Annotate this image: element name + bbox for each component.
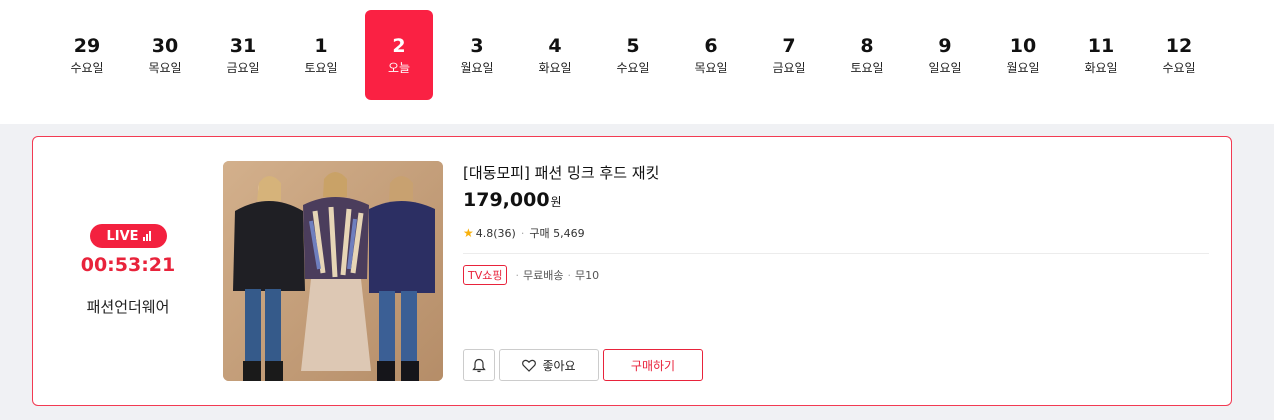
date-tab-today[interactable]: 2 오늘 [365,10,433,100]
buy-label: 구매하기 [630,358,676,373]
date-weekday: 수요일 [616,60,650,75]
date-weekday: 화요일 [538,60,572,75]
date-number: 31 [229,34,257,57]
broadcast-category: 패션언더웨어 [86,298,170,316]
date-weekday: 화요일 [1084,60,1118,75]
date-weekday: 목요일 [148,60,182,75]
action-buttons: 좋아요 구매하기 [463,349,703,381]
signal-icon [142,231,151,241]
like-label: 좋아요 [542,358,576,373]
date-tab[interactable]: 7 금요일 [750,10,828,100]
product-info: [대동모피] 패션 밍크 후드 재킷 179,000원 ★ 4.8(36) · … [463,137,1209,405]
date-number: 10 [1009,34,1037,57]
date-tab[interactable]: 12 수요일 [1140,10,1218,100]
date-number: 8 [860,34,874,57]
product-tags: TV쇼핑 · 무료배송 · 무10 [463,265,599,285]
date-number: 2 [392,34,406,57]
date-tab[interactable]: 29 수요일 [48,10,126,100]
live-badge-label: LIVE [106,228,139,244]
date-tab[interactable]: 10 월요일 [984,10,1062,100]
date-weekday: 월요일 [460,60,494,75]
date-tab[interactable]: 4 화요일 [516,10,594,100]
separator-dot: · [520,226,525,240]
live-badge: LIVE [90,224,167,248]
date-number: 4 [548,34,562,57]
date-tab[interactable]: 31 금요일 [204,10,282,100]
date-tab[interactable]: 30 목요일 [126,10,204,100]
date-tab[interactable]: 11 화요일 [1062,10,1140,100]
buy-button[interactable]: 구매하기 [603,349,703,381]
live-broadcast-card[interactable]: LIVE 00:53:21 패션언더웨어 [대동모피] 패션 밍크 후드 재킷 … [32,136,1232,406]
date-tab[interactable]: 5 수요일 [594,10,672,100]
date-number: 12 [1165,34,1193,57]
product-rating: 4.8(36) [475,226,516,240]
star-icon: ★ [463,226,474,240]
date-weekday: 월요일 [1006,60,1040,75]
tv-shopping-tag: TV쇼핑 [463,265,508,285]
date-tab[interactable]: 8 토요일 [828,10,906,100]
heart-icon [522,359,537,372]
live-timer: 00:53:21 [80,254,176,276]
separator-dot: · [567,268,571,282]
date-weekday: 오늘 [387,60,411,75]
live-status-column: LIVE 00:53:21 패션언더웨어 [33,137,223,405]
installment-info: 무10 [574,269,600,282]
bell-icon [472,358,486,372]
date-weekday: 목요일 [694,60,728,75]
date-weekday: 금요일 [772,60,806,75]
date-tab[interactable]: 3 월요일 [438,10,516,100]
date-weekday: 수요일 [70,60,104,75]
product-meta: ★ 4.8(36) · 구매 5,469 [463,225,585,241]
date-number: 5 [626,34,640,57]
date-weekday: 토요일 [850,60,884,75]
date-list: 29 수요일 30 목요일 31 금요일 1 토요일 2 오늘 3 월요일 4 화요일 5 수요일 6 목요일 7 금… [48,10,1218,100]
date-weekday: 금요일 [226,60,260,75]
date-tab[interactable]: 9 일요일 [906,10,984,100]
date-number: 30 [151,34,179,57]
price-value: 179,000 [463,189,550,211]
date-number: 11 [1087,34,1115,57]
date-number: 29 [73,34,101,57]
date-weekday: 일요일 [928,60,962,75]
divider [463,253,1209,254]
like-button[interactable]: 좋아요 [499,349,599,381]
date-weekday: 수요일 [1162,60,1196,75]
date-number: 6 [704,34,718,57]
product-title[interactable]: [대동모피] 패션 밍크 후드 재킷 [463,162,659,183]
product-price: 179,000원 [463,189,562,211]
date-navigation-bar: 29 수요일 30 목요일 31 금요일 1 토요일 2 오늘 3 월요일 4 화요일 5 수요일 6 목요일 7 금… [0,0,1274,124]
date-tab[interactable]: 1 토요일 [282,10,360,100]
date-number: 9 [938,34,952,57]
product-photo [223,161,443,381]
price-currency: 원 [550,195,562,209]
purchase-count: 구매 5,469 [529,227,585,240]
separator-dot: · [515,268,519,282]
product-image[interactable] [223,161,443,381]
date-weekday: 토요일 [304,60,338,75]
date-number: 1 [314,34,328,57]
notification-button[interactable] [463,349,495,381]
date-number: 7 [782,34,796,57]
date-number: 3 [470,34,484,57]
date-tab[interactable]: 6 목요일 [672,10,750,100]
shipping-info: 무료배송 [522,269,564,282]
